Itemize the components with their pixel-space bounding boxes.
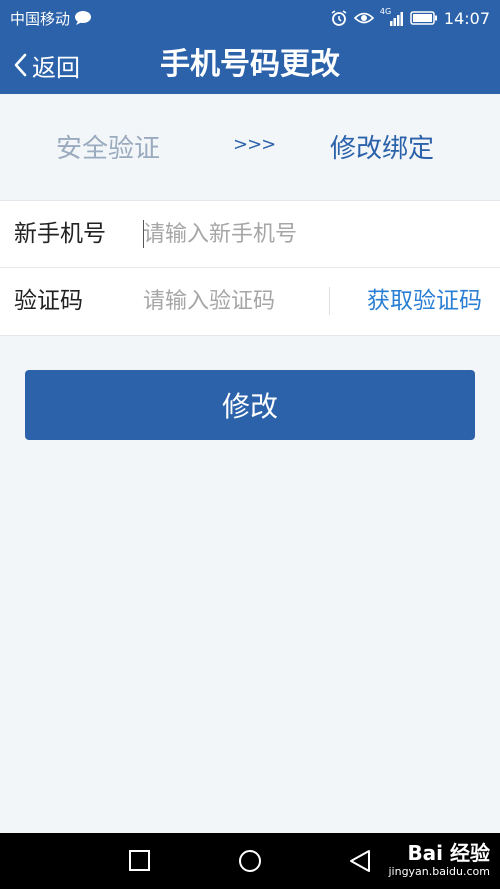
watermark-site: jingyan.baidu.com (388, 865, 490, 878)
watermark-logo: Bai 经验 (407, 841, 490, 865)
new-phone-label: 新手机号 (14, 221, 106, 247)
vertical-divider (329, 287, 330, 315)
status-right: 4G 14:07 (330, 0, 490, 36)
step-security-verify: 安全验证 (56, 134, 161, 164)
home-icon[interactable] (237, 847, 263, 875)
back-button[interactable]: 返回 (12, 36, 80, 94)
eye-icon (353, 12, 374, 24)
text-cursor (143, 220, 144, 248)
verification-code-input[interactable] (143, 281, 313, 321)
submit-button[interactable]: 修改 (25, 370, 475, 440)
recent-apps-icon[interactable] (128, 847, 152, 875)
verification-code-label: 验证码 (14, 288, 83, 314)
watermark: Bai 经验 jingyan.baidu.com (388, 841, 490, 879)
back-label: 返回 (32, 53, 80, 82)
step-indicator: 安全验证 >>> 修改绑定 (0, 94, 500, 200)
chat-icon (75, 11, 92, 25)
status-time: 14:07 (443, 8, 490, 28)
new-phone-row: 新手机号 (0, 201, 500, 268)
verification-code-row: 验证码 获取验证码 (0, 268, 500, 334)
battery-icon (410, 11, 437, 25)
get-code-button[interactable]: 获取验证码 (367, 268, 482, 334)
nav-bar: 返回 手机号码更改 (0, 36, 500, 94)
chevron-left-icon (14, 53, 27, 77)
system-navigation-bar: Bai 经验 jingyan.baidu.com (0, 833, 500, 889)
phone-change-form: 新手机号 验证码 获取验证码 (0, 200, 500, 336)
status-left: 中国移动 (10, 0, 92, 36)
new-phone-input[interactable] (143, 214, 483, 254)
carrier-name: 中国移动 (10, 9, 71, 28)
back-triangle-icon[interactable] (348, 847, 372, 875)
status-bar: 中国移动 4G 14:07 (0, 0, 500, 36)
step-modify-binding: 修改绑定 (330, 134, 435, 164)
alarm-icon (331, 10, 347, 26)
signal-group: 4G (380, 7, 404, 27)
signal-icon (389, 12, 403, 26)
step-arrows: >>> (233, 134, 276, 155)
